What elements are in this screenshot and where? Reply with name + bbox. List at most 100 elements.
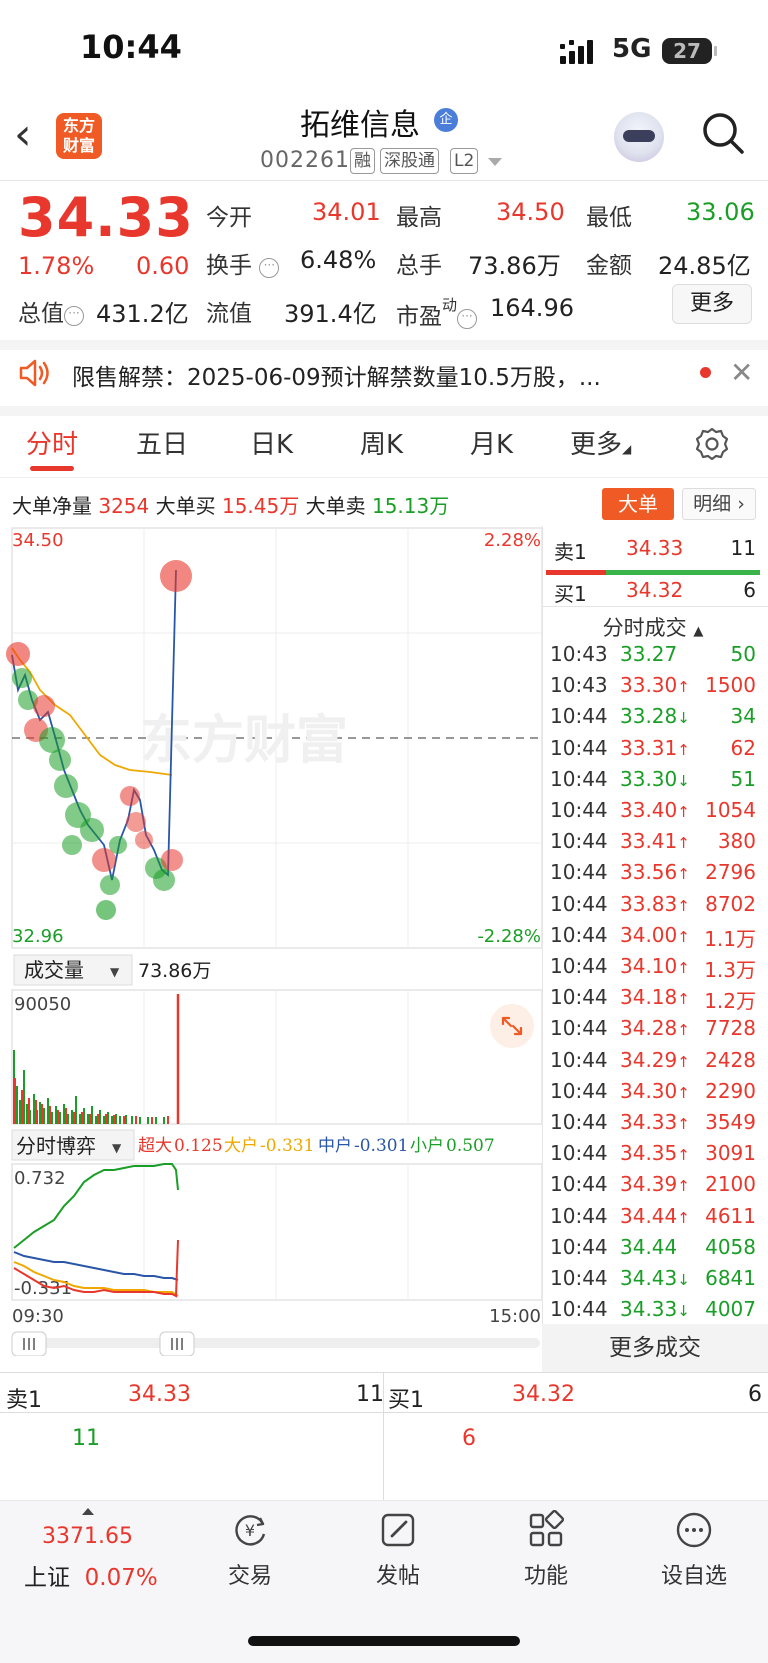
nav-trade-label: 交易: [227, 1564, 272, 1589]
tag-margin: 融: [350, 148, 375, 174]
buy1-price: 34.32: [626, 578, 684, 602]
search-icon[interactable]: [700, 110, 746, 156]
gear-icon[interactable]: [694, 426, 730, 462]
change-percent: 1.78%: [18, 252, 95, 280]
tab-monthly-k[interactable]: 月K: [470, 424, 513, 461]
mcap-value: 431.2亿: [96, 300, 189, 328]
home-indicator[interactable]: [248, 1636, 520, 1646]
divider: [0, 1412, 768, 1413]
tab-five-day[interactable]: 五日: [136, 424, 188, 461]
trade-price: 34.28↑: [620, 1016, 690, 1040]
compose-icon: [381, 1513, 415, 1547]
trade-bubble: [80, 818, 104, 842]
notice-text[interactable]: 限售解禁：2025-06-09预计解禁数量10.5万股，...: [72, 358, 601, 392]
more-button[interactable]: 更多: [672, 284, 752, 324]
info-dots-icon[interactable]: ···: [259, 258, 280, 278]
trade-volume: 34: [730, 704, 756, 729]
dropdown-caret-icon[interactable]: [488, 158, 502, 166]
trade-direction: ↑: [677, 1083, 690, 1102]
trade-price: 34.18↑: [620, 985, 690, 1009]
bottom-sell-label: 卖1: [6, 1388, 42, 1413]
big-sell-label: 大单卖: [305, 494, 366, 518]
mcap-label-text: 总值: [18, 301, 64, 327]
trade-price: 33.83↑: [620, 892, 690, 916]
signal-icon: [560, 40, 593, 64]
bottom-buy-price: 34.32: [512, 1382, 575, 1407]
trades-title[interactable]: 分时成交 ▲: [546, 612, 760, 642]
trade-bubble: [100, 875, 120, 895]
caret-up-icon: ▲: [693, 624, 704, 639]
trade-time: 10:44: [550, 1172, 608, 1197]
info-dots-icon[interactable]: ···: [64, 306, 84, 326]
pe-superscript: 动: [442, 296, 458, 314]
pct-max-label: 2.28%: [484, 530, 541, 551]
nav-watchlist[interactable]: 设自选: [644, 1510, 744, 1590]
trade-direction: ↓: [677, 1302, 690, 1321]
back-button[interactable]: ‹: [14, 110, 54, 160]
trade-volume: 51: [730, 766, 756, 791]
big-sell-value: 15.13万: [371, 494, 450, 518]
trade-direction: ↓: [677, 771, 690, 790]
nav-functions-label: 功能: [523, 1564, 568, 1589]
trade-bubble: [109, 836, 127, 854]
trade-row: 10:43 33.27 50: [550, 642, 760, 673]
trade-direction: ↑: [677, 1021, 690, 1040]
nav-functions[interactable]: 功能: [496, 1510, 596, 1590]
legend-small-name: 小户: [410, 1136, 444, 1156]
trade-row: 10:44 33.28↓ 34: [550, 704, 760, 735]
index-summary[interactable]: 上证 0.07%: [24, 1558, 158, 1592]
nav-trade[interactable]: ¥ 交易: [200, 1510, 300, 1590]
trade-direction: ↑: [677, 740, 690, 759]
change-amount: 0.60: [136, 252, 190, 280]
tab-weekly-k[interactable]: 周K: [360, 424, 403, 461]
legend-small-value: 0.507: [446, 1136, 495, 1156]
enterprise-badge-icon: 企: [434, 108, 458, 132]
trade-volume: 1.1万: [704, 926, 756, 951]
trade-price: 34.35↑: [620, 1141, 690, 1165]
game-label: 分时博弈: [16, 1134, 96, 1158]
sell1-volume: 11: [730, 536, 756, 560]
trade-icon: ¥: [235, 1515, 266, 1546]
trade-row: 10:44 34.30↑ 2290: [550, 1079, 760, 1110]
trade-row: 10:44 33.30↓ 51: [550, 767, 760, 798]
tab-intraday[interactable]: 分时: [26, 424, 78, 461]
trade-price-value: 34.28: [620, 1016, 678, 1041]
trades-title-text: 分时成交: [602, 616, 687, 640]
pe-label-text: 市盈: [396, 304, 442, 330]
bottom-buy-volume: 6: [748, 1382, 762, 1407]
trade-price-value: 34.43: [620, 1266, 678, 1290]
tab-daily-k[interactable]: 日K: [250, 424, 293, 461]
bid-ask-ratio-bar: [546, 570, 760, 575]
divider: [542, 606, 768, 607]
pe-value: 164.96: [490, 294, 574, 322]
big-order-button[interactable]: 大单: [602, 488, 674, 520]
detail-button[interactable]: 明细 ›: [682, 488, 756, 520]
intraday-chart[interactable]: 东方财富 34.50 32.96 2.28% -2.28% 成交量 ▼ 73.8…: [0, 526, 542, 1356]
volume-label: 成交量: [24, 958, 84, 982]
panel-divider: [542, 526, 543, 1372]
game-panel-frame: [11, 1163, 542, 1301]
trade-price: 34.10↑: [620, 954, 690, 978]
caret-up-icon[interactable]: [82, 1508, 94, 1515]
trade-volume: 6841: [705, 1266, 756, 1290]
legend-super-value: 0.125: [174, 1136, 223, 1156]
more-trades-button[interactable]: 更多成交: [542, 1324, 768, 1372]
nav-post[interactable]: 发帖: [348, 1510, 448, 1590]
stock-code: 002261: [260, 148, 350, 173]
bottom-sell-volume: 11: [356, 1382, 384, 1407]
trade-price-value: 33.30: [620, 766, 678, 791]
more-circle-icon: [676, 1512, 712, 1548]
divider: [0, 1372, 768, 1373]
trade-volume: 50: [730, 642, 756, 666]
tab-more[interactable]: 更多◢: [570, 424, 631, 461]
trade-bubble: [6, 642, 30, 666]
trade-bubble: [33, 695, 55, 717]
info-dots-icon[interactable]: ···: [457, 309, 478, 329]
assistant-robot-icon[interactable]: [614, 112, 664, 162]
index-value[interactable]: 3371.65: [42, 1524, 133, 1549]
close-icon[interactable]: ✕: [730, 356, 753, 389]
trade-volume: 1054: [705, 798, 756, 822]
trade-volume: 4007: [705, 1297, 756, 1322]
sell1-price: 34.33: [626, 536, 684, 560]
volume-value: 73.86万: [468, 252, 561, 280]
